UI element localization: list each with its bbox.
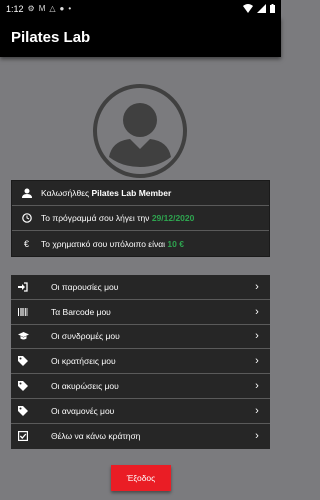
battery-icon xyxy=(270,4,275,13)
balance-prefix: Το χρηματικό σου υπόλοιπο είναι xyxy=(41,238,166,249)
tag-icon xyxy=(11,405,35,416)
menu-item-label: Θέλω να κάνω κράτηση xyxy=(51,431,141,442)
sign-in-icon xyxy=(11,282,35,292)
menu-card: Οι παρουσίες μου › Τα Barcode μου › Οι σ… xyxy=(11,275,270,449)
welcome-prefix: Καλωσήλθες xyxy=(41,188,90,198)
chevron-right-icon: › xyxy=(255,355,259,368)
menu-item-label: Οι κρατήσεις μου xyxy=(51,356,116,367)
barcode-icon xyxy=(11,307,35,317)
program-row: Το πρόγραμμά σου λήγει την 29/12/2020 xyxy=(12,206,269,231)
welcome-text: Καλωσήλθες Pilates Lab Member xyxy=(41,188,171,198)
avatar xyxy=(92,83,188,179)
clock-icon xyxy=(12,213,41,223)
tag-icon xyxy=(11,356,35,367)
menu-item-barcodes[interactable]: Τα Barcode μου › xyxy=(11,300,270,325)
logout-button[interactable]: Έξοδος xyxy=(111,465,171,491)
tag-icon xyxy=(11,381,35,392)
program-text: Το πρόγραμμά σου λήγει την 29/12/2020 xyxy=(41,213,194,223)
user-avatar-icon xyxy=(93,84,187,178)
app-title: Pilates Lab xyxy=(11,28,91,46)
menu-item-attendances[interactable]: Οι παρουσίες μου › xyxy=(11,275,270,300)
status-bar: 1:12 ⚙ M △ ● • xyxy=(0,0,281,17)
chevron-right-icon: › xyxy=(255,380,259,393)
menu-item-waitlists[interactable]: Οι αναμονές μου › xyxy=(11,399,270,424)
member-name: Pilates Lab Member xyxy=(91,188,172,198)
chevron-right-icon: › xyxy=(255,280,259,293)
location-icon: ● xyxy=(59,4,65,13)
graduation-cap-icon xyxy=(11,331,35,341)
balance-value: 10 € xyxy=(167,238,184,249)
menu-item-label: Οι παρουσίες μου xyxy=(51,281,119,292)
menu-item-bookings[interactable]: Οι κρατήσεις μου › xyxy=(11,349,270,375)
program-date: 29/12/2020 xyxy=(151,213,195,223)
welcome-row: Καλωσήλθες Pilates Lab Member xyxy=(12,181,269,206)
menu-item-label: Οι αναμονές μου xyxy=(51,405,115,416)
status-right xyxy=(243,4,275,13)
status-left: 1:12 ⚙ M △ ● • xyxy=(6,4,71,14)
signal-icon xyxy=(257,4,266,13)
menu-item-cancellations[interactable]: Οι ακυρώσεις μου › xyxy=(11,374,270,399)
app-bar: Pilates Lab xyxy=(0,17,281,57)
menu-item-label: Οι συνδρομές μου xyxy=(51,331,120,342)
menu-item-subscriptions[interactable]: Οι συνδρομές μου › xyxy=(11,325,270,350)
menu-item-label: Τα Barcode μου xyxy=(51,306,111,317)
program-prefix: Το πρόγραμμά σου λήγει την xyxy=(41,213,150,223)
menu-item-make-booking[interactable]: Θέλω να κάνω κράτηση › xyxy=(11,424,270,449)
check-square-icon xyxy=(11,431,35,442)
wifi-icon xyxy=(243,4,253,13)
menu-item-label: Οι ακυρώσεις μου xyxy=(51,381,119,392)
euro-icon: € xyxy=(23,238,29,249)
dot-icon: • xyxy=(68,4,72,13)
chevron-right-icon: › xyxy=(255,404,259,417)
chevron-right-icon: › xyxy=(255,305,259,318)
balance-row: € Το χρηματικό σου υπόλοιπο είναι 10 € xyxy=(12,231,269,256)
chevron-right-icon: › xyxy=(255,430,259,443)
status-time: 1:12 xyxy=(6,3,24,14)
chevron-right-icon: › xyxy=(255,330,259,343)
info-card: Καλωσήλθες Pilates Lab Member Το πρόγραμ… xyxy=(11,180,270,257)
drive-icon: △ xyxy=(49,4,56,13)
balance-text: Το χρηματικό σου υπόλοιπο είναι 10 € xyxy=(41,239,184,249)
user-icon xyxy=(12,188,41,198)
settings-icon: ⚙ xyxy=(27,4,35,13)
gmail-icon: M xyxy=(38,4,46,13)
